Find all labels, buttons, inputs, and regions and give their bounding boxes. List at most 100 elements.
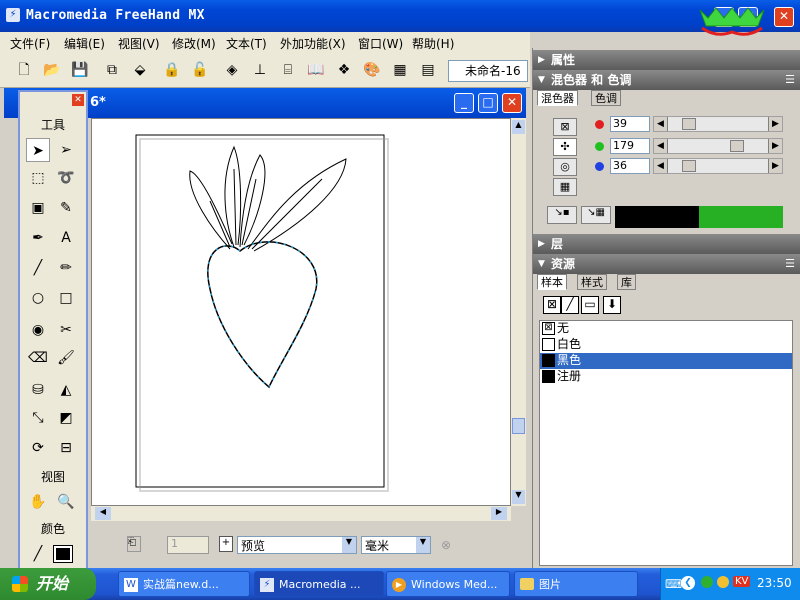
layers-icon[interactable]: ▤: [418, 60, 438, 80]
panel-options-icon[interactable]: ☰: [785, 254, 795, 274]
antivirus-icon[interactable]: KV: [733, 576, 751, 587]
slider-left-icon[interactable]: ◀: [654, 159, 668, 173]
menu-view[interactable]: 视图(V): [118, 35, 160, 52]
slider-right-icon[interactable]: ▶: [768, 159, 782, 173]
align-icon[interactable]: ⊥: [250, 60, 270, 80]
list-item[interactable]: 白色: [540, 337, 792, 353]
pen-tool-icon[interactable]: ✒: [26, 226, 50, 250]
close-button[interactable]: ✕: [774, 7, 794, 27]
line-tool-icon[interactable]: ╱: [26, 256, 50, 280]
doc-minimize-button[interactable]: _: [454, 93, 474, 113]
fill-icon[interactable]: ▭: [581, 296, 599, 314]
slider-left-icon[interactable]: ◀: [654, 139, 668, 153]
fill-color-swatch[interactable]: [53, 545, 73, 563]
menu-modify[interactable]: 修改(M): [172, 35, 216, 52]
ellipse-tool-icon[interactable]: ○: [26, 286, 50, 310]
perspective-tool-icon[interactable]: ◭: [54, 378, 78, 402]
document-name-field[interactable]: 未命名-16: [448, 60, 528, 82]
import-icon[interactable]: ⧉: [102, 60, 122, 80]
list-item[interactable]: ⊠ 无: [540, 321, 792, 337]
freeform-tool-icon[interactable]: ◉: [26, 318, 50, 342]
none-fill-icon[interactable]: ⊠: [543, 296, 561, 314]
scroll-right-icon[interactable]: ▶: [491, 507, 507, 520]
drawing-canvas[interactable]: [91, 118, 511, 506]
task-media-player[interactable]: ▶ Windows Med...: [386, 571, 510, 597]
trace-tool-icon[interactable]: ▣: [26, 196, 50, 220]
blend-tool-icon[interactable]: ⟳: [26, 436, 50, 460]
rectangle-tool-icon[interactable]: □: [54, 286, 78, 310]
cmyk-mode-icon[interactable]: ⊠: [553, 118, 577, 136]
start-button[interactable]: 开始: [0, 568, 96, 600]
menu-text[interactable]: 文本(T): [226, 35, 267, 52]
lasso-tool-icon[interactable]: ➰: [54, 166, 78, 190]
first-page-icon[interactable]: ⎗: [127, 536, 141, 552]
task-pictures-folder[interactable]: 图片: [514, 571, 638, 597]
color-palette-icon[interactable]: 🎨: [362, 60, 382, 80]
scroll-down-icon[interactable]: ▼: [512, 490, 525, 504]
save-icon[interactable]: 💾: [70, 60, 90, 80]
drawing-artwork[interactable]: [92, 119, 511, 506]
red-slider[interactable]: ◀ ▶: [653, 116, 783, 132]
clock[interactable]: 23:50: [757, 576, 792, 590]
layers-panel-header[interactable]: ▶ 层: [533, 234, 800, 254]
swatch-grid-icon[interactable]: ↘▦: [581, 206, 611, 224]
tab-tints[interactable]: 色调: [591, 90, 621, 106]
grid-icon[interactable]: ▦: [390, 60, 410, 80]
slider-left-icon[interactable]: ◀: [654, 117, 668, 131]
export-icon[interactable]: ⬙: [130, 60, 150, 80]
blue-slider-thumb[interactable]: [682, 160, 696, 172]
green-slider[interactable]: ◀ ▶: [653, 138, 783, 154]
cancel-render-icon[interactable]: ⊗: [441, 538, 451, 552]
menu-edit[interactable]: 编辑(E): [64, 35, 105, 52]
network-icon[interactable]: [701, 576, 713, 588]
menu-help[interactable]: 帮助(H): [412, 35, 454, 52]
unlock-icon[interactable]: 🔓: [190, 60, 210, 80]
scroll-left-icon[interactable]: ◀: [95, 507, 111, 520]
blue-value-field[interactable]: 36: [610, 158, 650, 174]
bucket-tool-icon[interactable]: ⛁: [26, 378, 50, 402]
qq-icon[interactable]: [717, 576, 729, 588]
text-tool-icon[interactable]: A: [54, 226, 78, 250]
panel-options-icon[interactable]: ☰: [785, 70, 795, 90]
doc-maximize-button[interactable]: □: [478, 93, 498, 113]
keyboard-icon[interactable]: ⌨: [665, 577, 682, 591]
add-page-icon[interactable]: +: [219, 536, 233, 552]
text-editor-icon[interactable]: ⌸: [278, 60, 298, 80]
menu-xtras[interactable]: 外加功能(X): [280, 35, 346, 52]
tools-close-icon[interactable]: ✕: [72, 94, 84, 106]
stroke-color-icon[interactable]: ╱: [26, 542, 50, 566]
assets-panel-header[interactable]: ▼ 资源 ☰: [533, 254, 800, 274]
task-word-doc[interactable]: W 实战篇new.d...: [118, 571, 250, 597]
menu-file[interactable]: 文件(F): [10, 35, 50, 52]
eyedropper-tool-icon[interactable]: ✎: [54, 196, 78, 220]
pencil-tool-icon[interactable]: ✏: [54, 256, 78, 280]
add-to-swatches-icon[interactable]: ↘▪: [547, 206, 577, 224]
page-number-field[interactable]: 1: [167, 536, 209, 554]
page-tool-icon[interactable]: ⬚: [26, 166, 50, 190]
preview-mode-select[interactable]: 预览 ▼: [237, 536, 357, 554]
scroll-up-icon[interactable]: ▲: [512, 120, 525, 134]
vertical-scrollbar[interactable]: ▲ ▼: [511, 118, 526, 506]
task-freehand[interactable]: ⚡ Macromedia ...: [254, 571, 384, 597]
pointer-tool-icon[interactable]: ➤: [26, 138, 50, 162]
zoom-tool-icon[interactable]: 🔍: [54, 490, 78, 514]
green-slider-thumb[interactable]: [730, 140, 744, 152]
connector-tool-icon[interactable]: ⊟: [54, 436, 78, 460]
slider-right-icon[interactable]: ▶: [768, 117, 782, 131]
hand-tool-icon[interactable]: ✋: [26, 490, 50, 514]
tray-expand-icon[interactable]: ❮: [681, 576, 695, 590]
open-icon[interactable]: 📂: [42, 60, 62, 80]
system-color-icon[interactable]: ▦: [553, 178, 577, 196]
tab-library[interactable]: 库: [617, 274, 636, 290]
transform-icon[interactable]: ◈: [222, 60, 242, 80]
tab-swatches[interactable]: 样本: [537, 274, 567, 290]
tab-styles[interactable]: 样式: [577, 274, 607, 290]
knife-tool-icon[interactable]: ✂: [54, 318, 78, 342]
list-item[interactable]: 黑色: [540, 353, 792, 369]
tab-mixer[interactable]: 混色器: [537, 90, 578, 106]
blue-slider[interactable]: ◀ ▶: [653, 158, 783, 174]
unit-select[interactable]: 毫米 ▼: [361, 536, 431, 554]
new-document-icon[interactable]: 🗋: [14, 60, 34, 80]
mixer-panel-header[interactable]: ▼ 混色器 和 色调 ☰: [533, 70, 800, 90]
symbol-icon[interactable]: ❖: [334, 60, 354, 80]
